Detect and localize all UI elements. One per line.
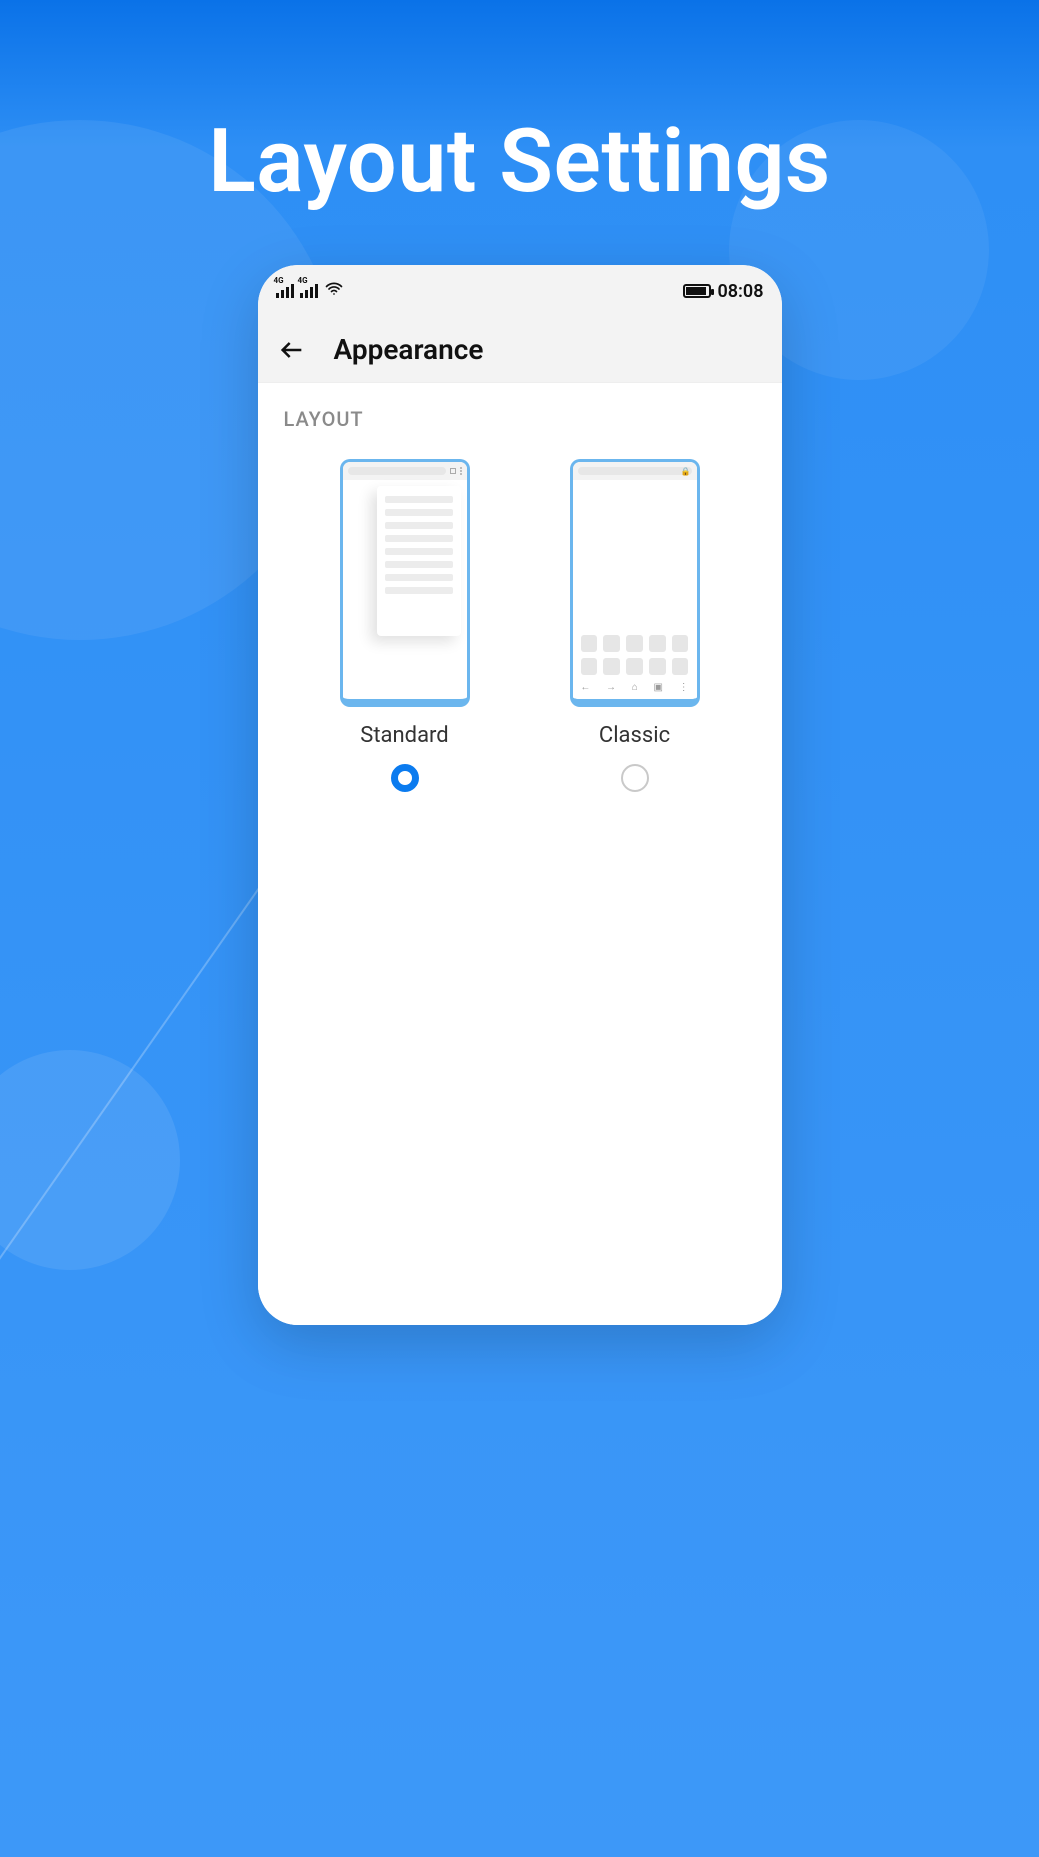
nav-back-icon: ← (580, 682, 590, 693)
status-time: 08:08 (717, 281, 763, 302)
content-area: LAYOUT Standard (258, 383, 782, 1325)
page-headline: Layout Settings (208, 110, 831, 213)
nav-tabs-icon: ▣ (653, 682, 662, 693)
layout-option-standard[interactable]: Standard (335, 459, 475, 792)
nav-forward-icon: → (606, 682, 616, 693)
option-label: Classic (599, 723, 670, 748)
preview-classic: 🔒 ← → ⌂ ▣ ⋮ (570, 459, 700, 707)
tabs-icon (450, 468, 456, 474)
arrow-left-icon (278, 336, 306, 364)
radio-classic[interactable] (621, 764, 649, 792)
status-bar: 4G 4G 08:08 (258, 265, 782, 317)
wifi-icon (324, 279, 344, 304)
option-label: Standard (360, 723, 448, 748)
lock-icon: 🔒 (681, 467, 691, 476)
layout-option-classic[interactable]: 🔒 ← → ⌂ ▣ ⋮ Classic (565, 459, 705, 792)
section-label-layout: LAYOUT (284, 407, 762, 431)
radio-standard[interactable] (391, 764, 419, 792)
menu-icon (460, 467, 462, 475)
signal-icon: 4G (276, 284, 294, 298)
app-bar-title: Appearance (334, 333, 484, 366)
nav-menu-icon: ⋮ (679, 682, 689, 693)
signal-icon: 4G (300, 284, 318, 298)
preview-standard (340, 459, 470, 707)
battery-icon (683, 284, 711, 298)
back-button[interactable] (272, 330, 312, 370)
app-bar: Appearance (258, 317, 782, 383)
nav-home-icon: ⌂ (632, 682, 638, 693)
phone-mockup: 4G 4G 08:08 Appearance (258, 265, 782, 1325)
